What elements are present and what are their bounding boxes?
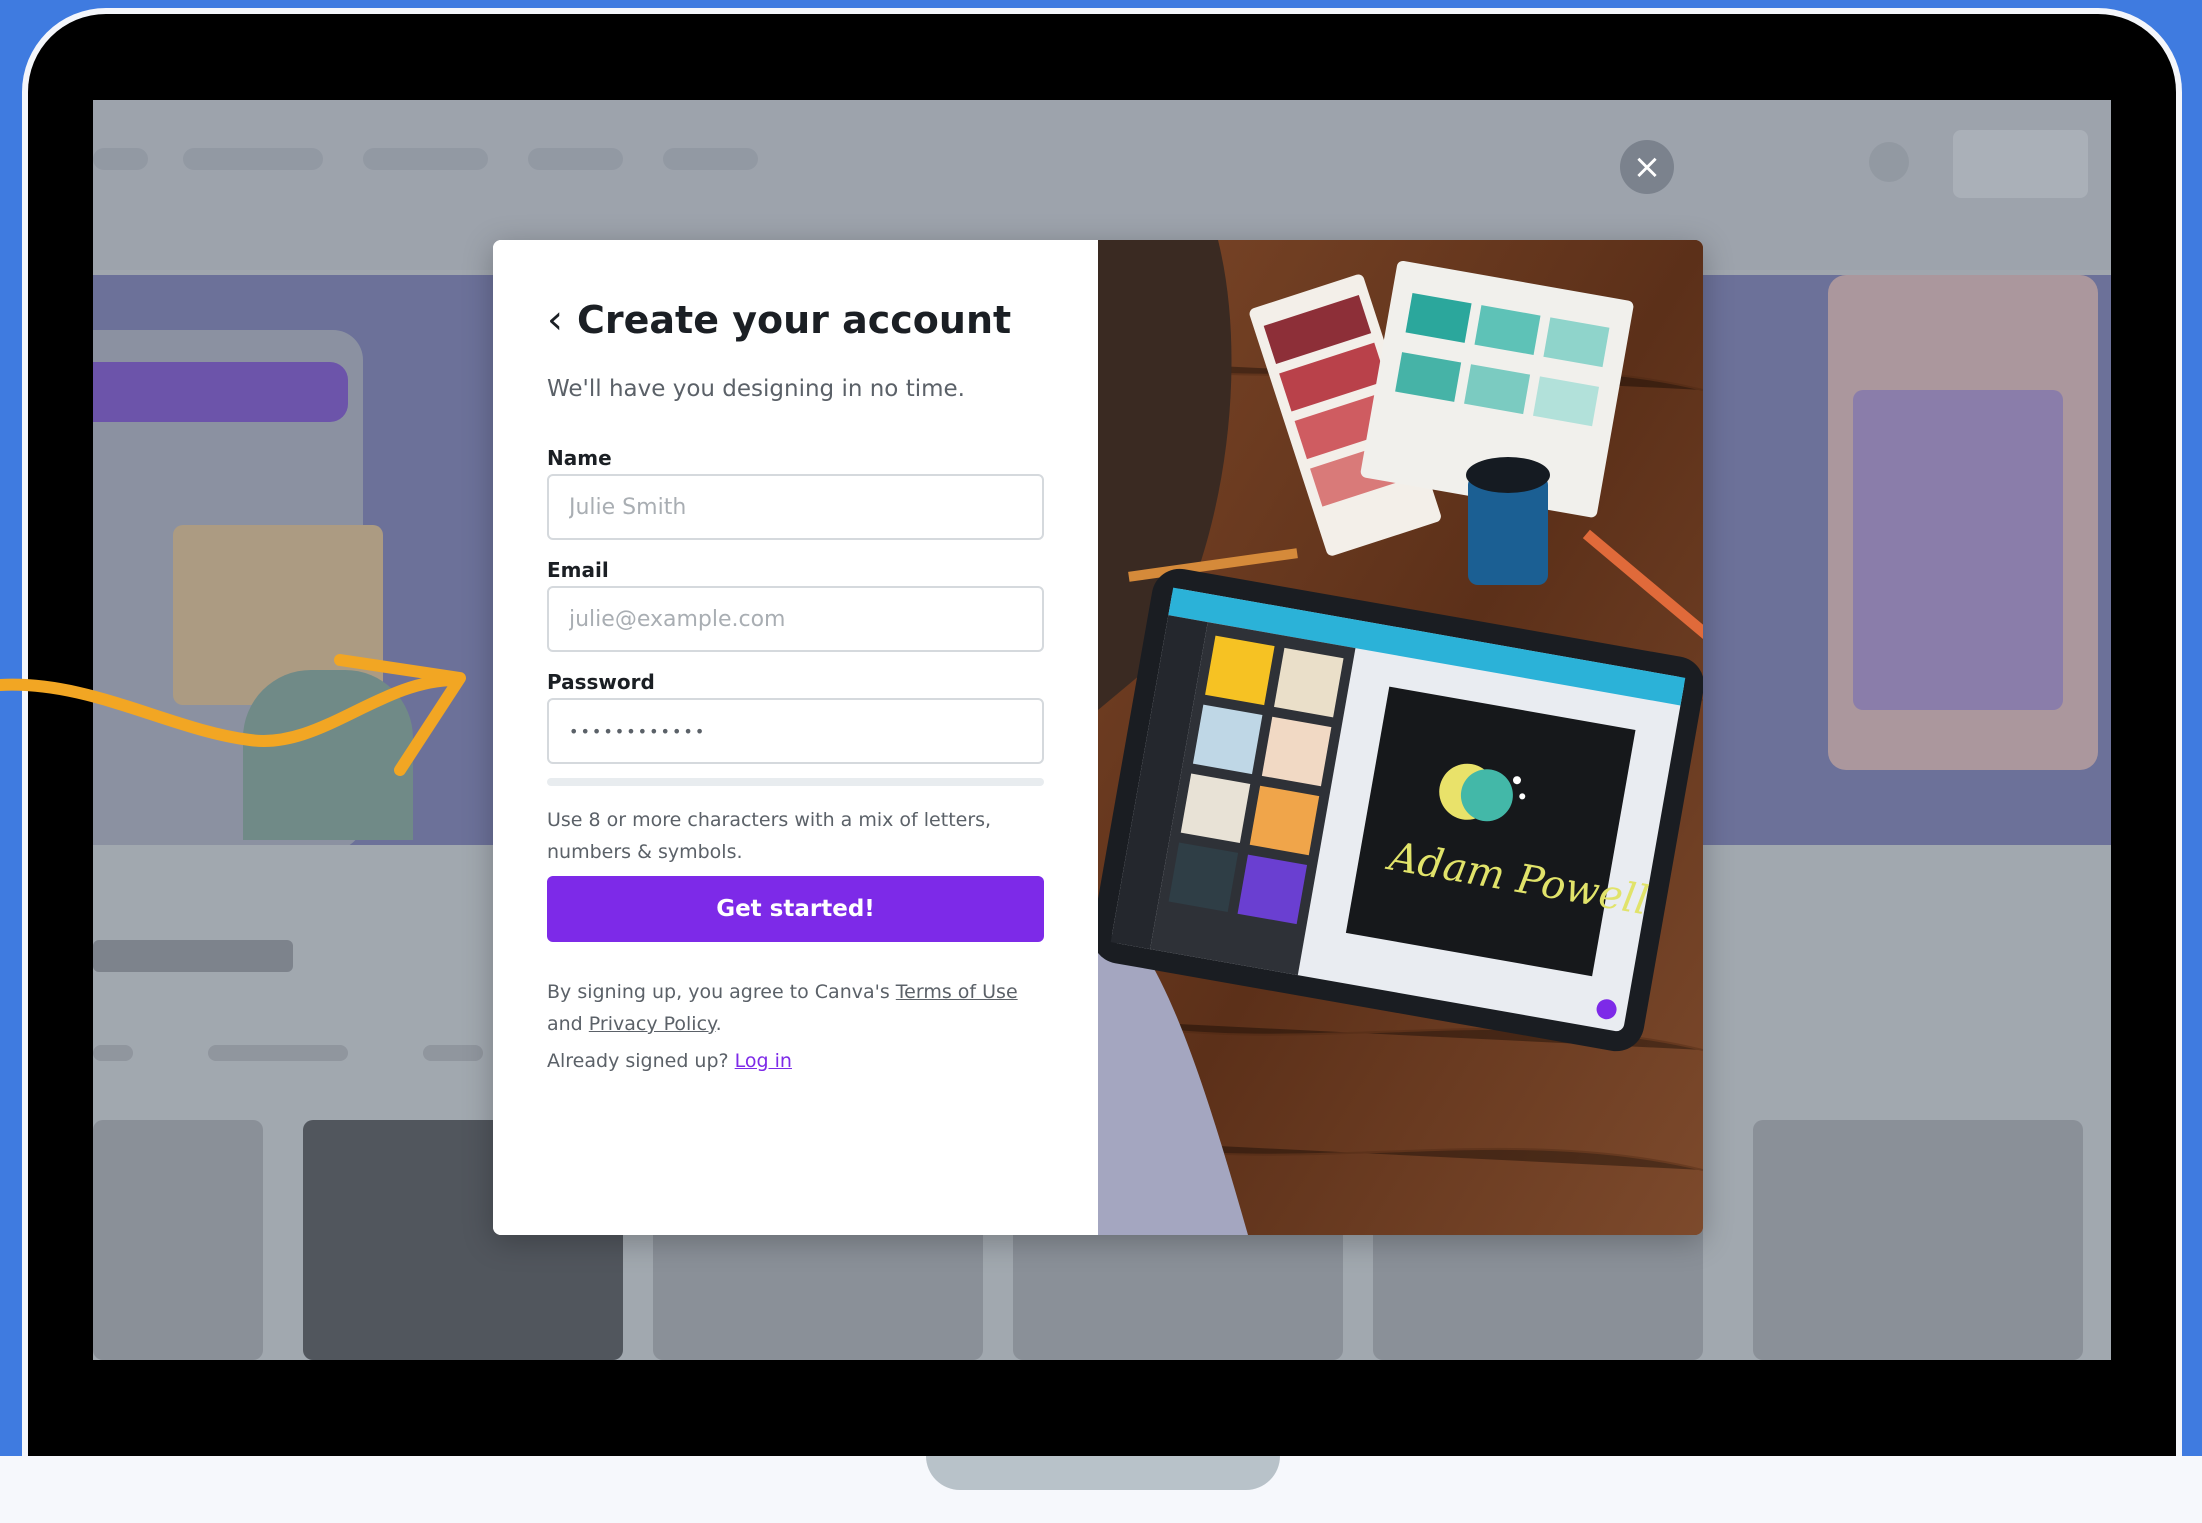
email-label: Email	[547, 558, 609, 582]
login-link[interactable]: Log in	[735, 1050, 792, 1072]
name-input[interactable]	[547, 474, 1044, 540]
desk-photo-illustration: Adam Powell	[1098, 240, 1703, 1235]
legal-suffix: .	[715, 1013, 722, 1035]
laptop-notch	[926, 1456, 1280, 1490]
password-input[interactable]	[547, 698, 1044, 764]
signup-modal: ‹ Create your account We'll have you des…	[493, 240, 1703, 1235]
modal-title: Create your account	[577, 298, 1012, 342]
terms-of-use-link[interactable]: Terms of Use	[896, 981, 1018, 1003]
signup-form: ‹ Create your account We'll have you des…	[493, 240, 1098, 1235]
password-hint: Use 8 or more characters with a mix of l…	[547, 809, 992, 863]
privacy-policy-link[interactable]: Privacy Policy	[589, 1013, 716, 1035]
password-strength-bar	[547, 778, 1044, 786]
legal-prefix: By signing up, you agree to Canva's	[547, 981, 890, 1003]
already-text: Already signed up?	[547, 1050, 729, 1072]
email-input[interactable]	[547, 586, 1044, 652]
modal-subtitle: We'll have you designing in no time.	[547, 376, 965, 402]
legal-and: and	[547, 1013, 583, 1035]
password-label: Password	[547, 670, 655, 694]
annotation-arrow-icon	[0, 654, 466, 776]
modal-header: ‹ Create your account	[547, 298, 1011, 342]
chevron-left-icon[interactable]: ‹	[547, 300, 563, 340]
legal-text: By signing up, you agree to Canva's Term…	[547, 976, 1047, 1040]
already-signed-up: Already signed up? Log in	[547, 1050, 792, 1072]
close-icon[interactable]: ×	[1620, 140, 1674, 194]
name-label: Name	[547, 446, 612, 470]
get-started-button[interactable]: Get started!	[547, 876, 1044, 942]
promo-photo: Adam Powell	[1098, 240, 1703, 1235]
